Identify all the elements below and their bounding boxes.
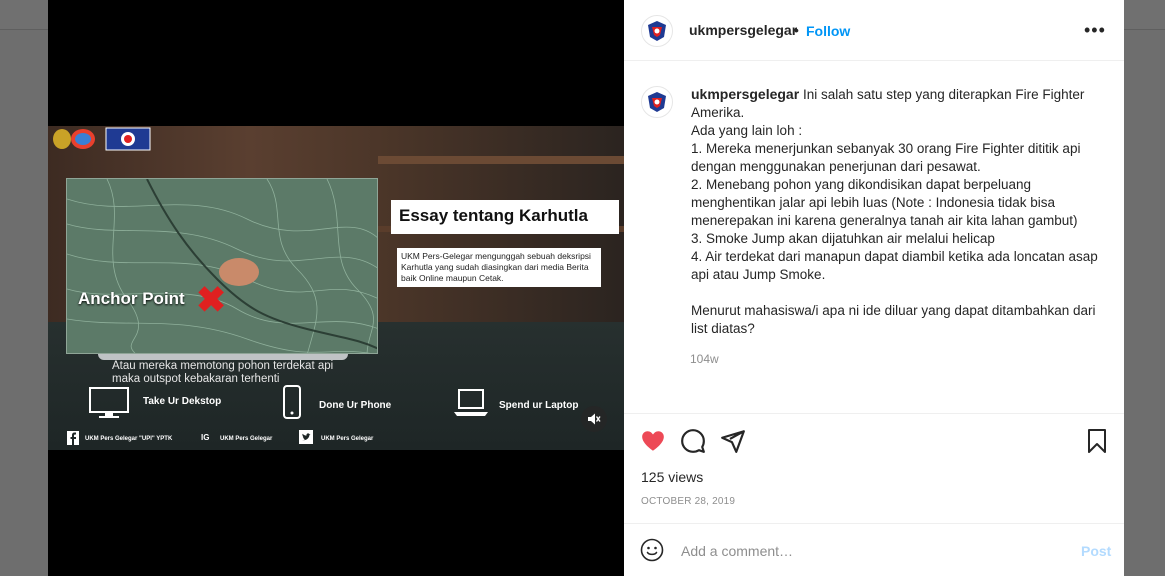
share-send-icon[interactable] bbox=[720, 428, 746, 454]
avatar[interactable] bbox=[641, 15, 673, 47]
video-caption-line: Atau mereka memotong pohon terdekat api bbox=[112, 360, 334, 372]
caption-line-0: ukmpersgelegar Ini salah satu step yang … bbox=[691, 85, 1111, 122]
header-username[interactable]: ukmpersgelegar bbox=[689, 22, 797, 38]
like-heart-icon[interactable] bbox=[640, 428, 666, 454]
post-age[interactable]: 104w bbox=[690, 352, 719, 366]
anchor-cross-icon: ✖ bbox=[196, 279, 227, 320]
caption-avatar[interactable] bbox=[641, 86, 673, 118]
more-options-icon[interactable]: ••• bbox=[1084, 20, 1106, 41]
essay-description: UKM Pers-Gelegar mengunggah sebuah deksr… bbox=[397, 248, 601, 287]
device-label-phone: Done Ur Phone bbox=[319, 400, 392, 411]
post-modal: Anchor Point ✖ Essay tentang Karhutla UK… bbox=[48, 0, 1124, 576]
phone-icon bbox=[283, 385, 301, 419]
account-logo-icon bbox=[648, 92, 666, 112]
post-comment-button[interactable]: Post bbox=[1081, 543, 1111, 559]
emoji-icon[interactable] bbox=[640, 538, 664, 562]
laptop-icon bbox=[454, 389, 488, 416]
twitter-icon bbox=[299, 430, 313, 444]
post-actions: 125 views OCTOBER 28, 2019 bbox=[624, 413, 1124, 523]
social-twitter-label: UKM Pers Gelegar bbox=[321, 436, 374, 442]
facebook-icon bbox=[67, 431, 79, 445]
post-media[interactable]: Anchor Point ✖ Essay tentang Karhutla UK… bbox=[48, 0, 624, 576]
comment-input[interactable]: Add a comment… bbox=[681, 543, 793, 559]
caption-line-5: 4. Air terdekat dari manapun dapat diamb… bbox=[691, 249, 1098, 282]
caption-username[interactable]: ukmpersgelegar bbox=[691, 86, 799, 102]
post-caption: ukmpersgelegar Ini salah satu step yang … bbox=[691, 85, 1111, 338]
muted-speaker-icon bbox=[588, 413, 601, 425]
video-caption-line: maka outspot kebakaran terhenti bbox=[112, 373, 280, 385]
comment-bubble-icon[interactable] bbox=[680, 428, 706, 454]
mute-button[interactable] bbox=[581, 406, 607, 432]
separator-dot: • bbox=[794, 22, 799, 38]
video-frame[interactable]: Anchor Point ✖ Essay tentang Karhutla UK… bbox=[48, 126, 624, 450]
save-bookmark-icon[interactable] bbox=[1085, 428, 1109, 454]
post-header: ukmpersgelegar • Follow ••• bbox=[624, 0, 1124, 61]
organization-logos bbox=[53, 127, 151, 151]
desktop-icon bbox=[89, 387, 129, 418]
essay-title: Essay tentang Karhutla bbox=[391, 200, 619, 234]
follow-button[interactable]: Follow bbox=[806, 23, 850, 39]
device-label-laptop: Spend ur Laptop bbox=[499, 400, 579, 411]
social-instagram-label: UKM Pers Gelegar bbox=[220, 436, 273, 442]
device-label-desktop: Take Ur Dekstop bbox=[143, 396, 222, 407]
social-facebook-label: UKM Pers Gelegar "UPI" YPTK bbox=[85, 436, 173, 442]
caption-line-4: 3. Smoke Jump akan dijatuhkan air melalu… bbox=[691, 231, 995, 246]
topographic-map bbox=[66, 178, 378, 354]
caption-line-1: Ada yang lain loh : bbox=[691, 123, 803, 138]
post-detail-panel: ukmpersgelegar • Follow ••• ukmpersgeleg… bbox=[624, 0, 1124, 576]
comment-bar: Add a comment… Post bbox=[624, 523, 1124, 576]
caption-line-2: 1. Mereka menerjunkan sebanyak 30 orang … bbox=[691, 141, 1081, 174]
caption-question: Menurut mahasiswa/i apa ni ide diluar ya… bbox=[691, 303, 1096, 336]
video-shelf bbox=[378, 156, 624, 164]
video-caption: Atau mereka memotong pohon terdekat api … bbox=[112, 360, 392, 386]
caption-line-3: 2. Menebang pohon yang dikondisikan dapa… bbox=[691, 177, 1078, 228]
account-logo-icon bbox=[648, 21, 666, 41]
view-count[interactable]: 125 views bbox=[641, 469, 703, 485]
social-instagram-icon: IG bbox=[201, 433, 210, 442]
post-date: OCTOBER 28, 2019 bbox=[641, 496, 736, 507]
anchor-point-label: Anchor Point bbox=[78, 289, 185, 308]
